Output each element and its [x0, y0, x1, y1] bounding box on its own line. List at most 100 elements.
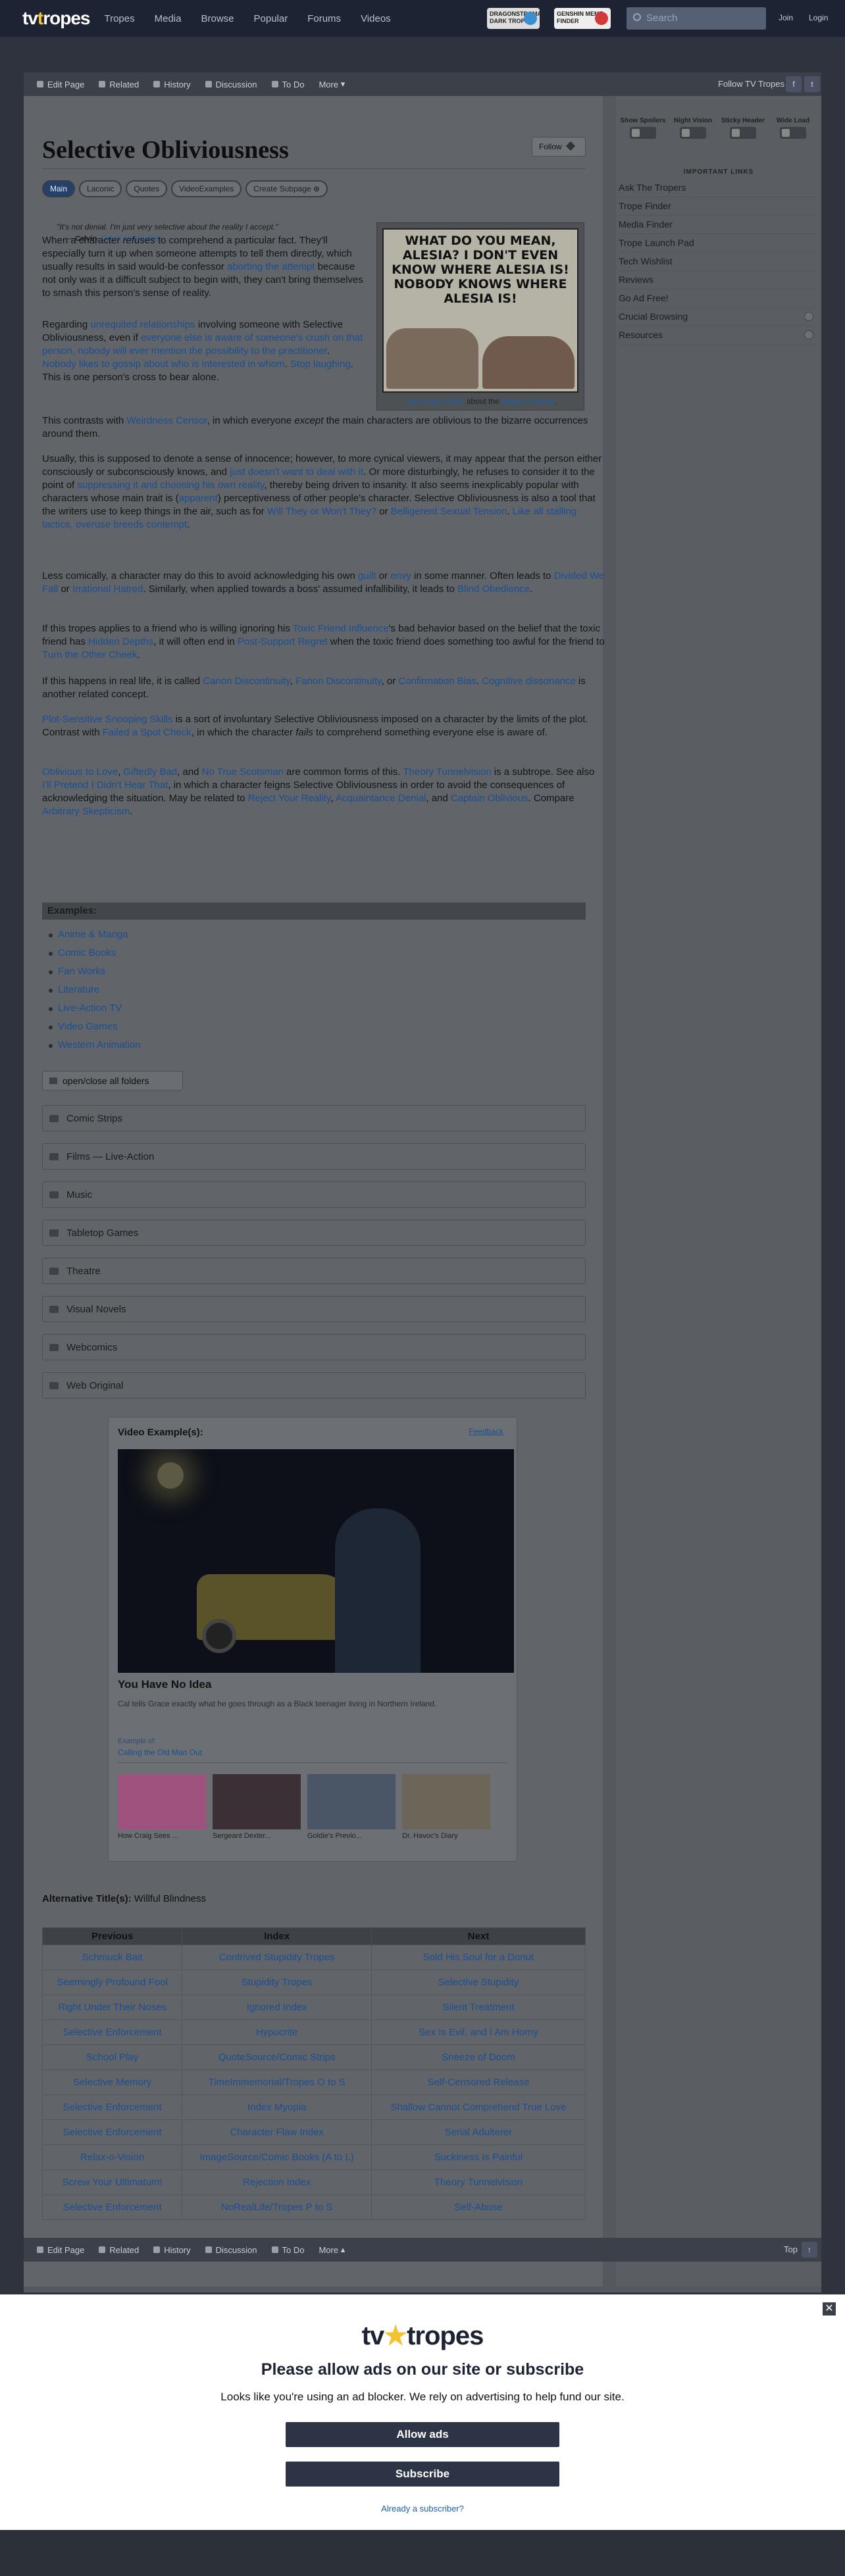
next-link[interactable]: Shallow Cannot Comprehend True Love	[371, 2094, 586, 2120]
prev-link[interactable]: Selective Memory	[41, 2069, 183, 2095]
index-link[interactable]: Stupidity Tropes	[182, 1969, 372, 1995]
subscribe-button[interactable]: Subscribe	[286, 2462, 559, 2487]
close-icon[interactable]: ✕	[823, 2302, 836, 2316]
link-weirdness-censor[interactable]: Weirdness Censor	[126, 415, 207, 426]
link-doesnt-want-to-deal[interactable]: just doesn't want to deal with it	[230, 466, 363, 478]
toggle-switch[interactable]	[780, 127, 806, 139]
todo-button[interactable]: To Do	[271, 2245, 304, 2255]
link-captain-oblivious[interactable]: Captain Oblivious	[451, 793, 528, 804]
link-toxic-friend-influence[interactable]: Toxic Friend Influence	[293, 623, 389, 634]
link-everyone-else-aware[interactable]: everyone else is aware of someone's crus…	[42, 332, 363, 357]
discussion-button[interactable]: Discussion	[205, 80, 257, 89]
tab-quotes[interactable]: Quotes	[126, 180, 168, 197]
next-link[interactable]: Suckiness Is Painful	[371, 2144, 586, 2170]
next-link[interactable]: Silent Treatment	[371, 1994, 586, 2020]
todo-button[interactable]: To Do	[271, 80, 304, 89]
folder-comic-strips[interactable]: Comic Strips	[42, 1105, 586, 1131]
folder-films-live-action[interactable]: Films — Live-Action	[42, 1143, 586, 1170]
more-button[interactable]: More ▴	[319, 2244, 345, 2255]
nav-videos[interactable]: Videos	[361, 13, 391, 24]
link-unrequited[interactable]: unrequited relationships	[90, 319, 195, 330]
toggle-switch[interactable]	[630, 127, 656, 139]
join-link[interactable]: Join	[779, 13, 793, 22]
link-stop-laughing[interactable]: Stop laughing	[290, 359, 351, 370]
index-link[interactable]: Index Myopia	[182, 2094, 372, 2120]
example-fan-works[interactable]: Fan Works	[49, 966, 141, 984]
next-link[interactable]: Sold His Soul for a Donut	[371, 1944, 586, 1970]
link-plot-sensitive-snooping[interactable]: Plot-Sensitive Snooping Skills	[42, 714, 172, 725]
example-comic-books[interactable]: Comic Books	[49, 947, 141, 966]
toggle-show-spoilers[interactable]: Show Spoilers	[620, 117, 666, 139]
site-logo[interactable]: tvtropes	[22, 8, 90, 29]
link-ill-pretend[interactable]: I'll Pretend I Didn't Hear That	[42, 780, 168, 791]
related-button[interactable]: Related	[99, 2245, 139, 2255]
expand-icon[interactable]	[804, 330, 813, 339]
link-canon-discontinuity[interactable]: Canon Discontinuity	[203, 676, 290, 687]
index-link[interactable]: Contrived Stupidity Tropes	[182, 1944, 372, 1970]
index-link[interactable]: TimeImmemorial/Tropes O to S	[182, 2069, 372, 2095]
promo-dragonstroma[interactable]: DRAGONSTROMA DARK TROPES	[487, 8, 542, 29]
prev-link[interactable]: Screw Your Ultimatum!	[41, 2169, 183, 2195]
index-link[interactable]: NoRealLife/Tropes P to S	[182, 2194, 372, 2220]
link-suppressing-it[interactable]: suppressing it and choosing his own real…	[77, 480, 264, 491]
link-hidden-depths[interactable]: Hidden Depths	[88, 636, 153, 647]
folder-webcomics[interactable]: Webcomics	[42, 1334, 586, 1360]
open-close-all-folders-button[interactable]: open/close all folders	[42, 1071, 183, 1091]
index-link[interactable]: Ignored Index	[182, 1994, 372, 2020]
link-will-they-wont-they[interactable]: Will They or Won't They?	[267, 506, 376, 517]
login-link[interactable]: Login	[809, 13, 828, 22]
prev-link[interactable]: Seemingly Profound Fool	[41, 1969, 183, 1995]
nav-tropes[interactable]: Tropes	[104, 13, 134, 24]
link-irrational-hatred[interactable]: Irrational Hatred	[72, 583, 143, 595]
link-failed-a-spot-check[interactable]: Failed a Spot Check	[103, 727, 192, 738]
video-thumb-3[interactable]	[307, 1774, 396, 1829]
index-link[interactable]: QuoteSource/Comic Strips	[182, 2044, 372, 2070]
nav-forums[interactable]: Forums	[307, 13, 341, 24]
prev-link[interactable]: School Play	[41, 2044, 183, 2070]
example-anime-manga[interactable]: Anime & Manga	[49, 929, 141, 947]
example-western-animation[interactable]: Western Animation	[49, 1039, 141, 1058]
allow-ads-button[interactable]: Allow ads	[286, 2422, 559, 2447]
next-link[interactable]: Selective Stupidity	[371, 1969, 586, 1995]
prev-link[interactable]: Selective Enforcement	[41, 2119, 183, 2145]
prev-link[interactable]: Schmuck Bait	[41, 1944, 183, 1970]
link-turn-the-other-cheek[interactable]: Turn the Other Cheek	[42, 649, 138, 660]
link-blind-obedience[interactable]: Blind Obedience	[457, 583, 530, 595]
next-link[interactable]: Self-Abuse	[371, 2194, 586, 2220]
link-cognitive-dissonance[interactable]: Cognitive dissonance	[482, 676, 576, 687]
index-link[interactable]: Character Flaw Index	[182, 2119, 372, 2145]
sidebar-link-trope-launch-pad[interactable]: Trope Launch Pad	[619, 234, 816, 253]
caption-link-alesia[interactable]: Battle of Alesia	[501, 397, 553, 406]
sidebar-link-media-finder[interactable]: Media Finder	[619, 216, 816, 234]
link-apparent[interactable]: apparent	[179, 493, 218, 504]
tab-create-subpage[interactable]: Create Subpage ⊕	[245, 180, 328, 197]
link-aborting-the-attempt[interactable]: aborting the attempt	[227, 261, 315, 272]
link-giftedly-bad[interactable]: Giftedly Bad	[123, 766, 177, 778]
video-thumb-4[interactable]	[402, 1774, 490, 1829]
tab-videoexamples[interactable]: VideoExamples	[171, 180, 242, 197]
index-link[interactable]: Rejection Index	[182, 2169, 372, 2195]
link-reject-your-reality[interactable]: Reject Your Reality	[248, 793, 331, 804]
sidebar-link-trope-finder[interactable]: Trope Finder	[619, 197, 816, 216]
search-input[interactable]: Search	[627, 7, 766, 30]
nav-popular[interactable]: Popular	[254, 13, 288, 24]
toggle-night-vision[interactable]: Night Vision	[670, 117, 716, 139]
more-button[interactable]: More ▾	[319, 79, 345, 89]
video-player[interactable]	[118, 1449, 514, 1673]
video-thumb-1[interactable]	[118, 1774, 206, 1829]
index-link[interactable]: ImageSource/Comic Books (A to L)	[182, 2144, 372, 2170]
link-belligerent-sexual-tension[interactable]: Belligerent Sexual Tension	[391, 506, 507, 517]
link-theory-tunnelvision[interactable]: Theory Tunnelvision	[403, 766, 491, 778]
twitter-icon[interactable]: t	[804, 76, 820, 92]
history-button[interactable]: History	[153, 2245, 191, 2255]
example-literature[interactable]: Literature	[49, 984, 141, 1003]
already-subscriber-link[interactable]: Already a subscriber?	[0, 2504, 845, 2514]
next-link[interactable]: Self-Censored Release	[371, 2069, 586, 2095]
toggle-sticky-header[interactable]: Sticky Header	[720, 117, 766, 139]
index-link[interactable]: Hypocrite	[182, 2019, 372, 2045]
video-thumb-2[interactable]	[213, 1774, 301, 1829]
facebook-icon[interactable]: f	[786, 76, 802, 92]
link-oblivious-to-love[interactable]: Oblivious to Love	[42, 766, 118, 778]
follow-button[interactable]: Follow	[532, 137, 586, 157]
edit-page-button[interactable]: Edit Page	[37, 2245, 84, 2255]
